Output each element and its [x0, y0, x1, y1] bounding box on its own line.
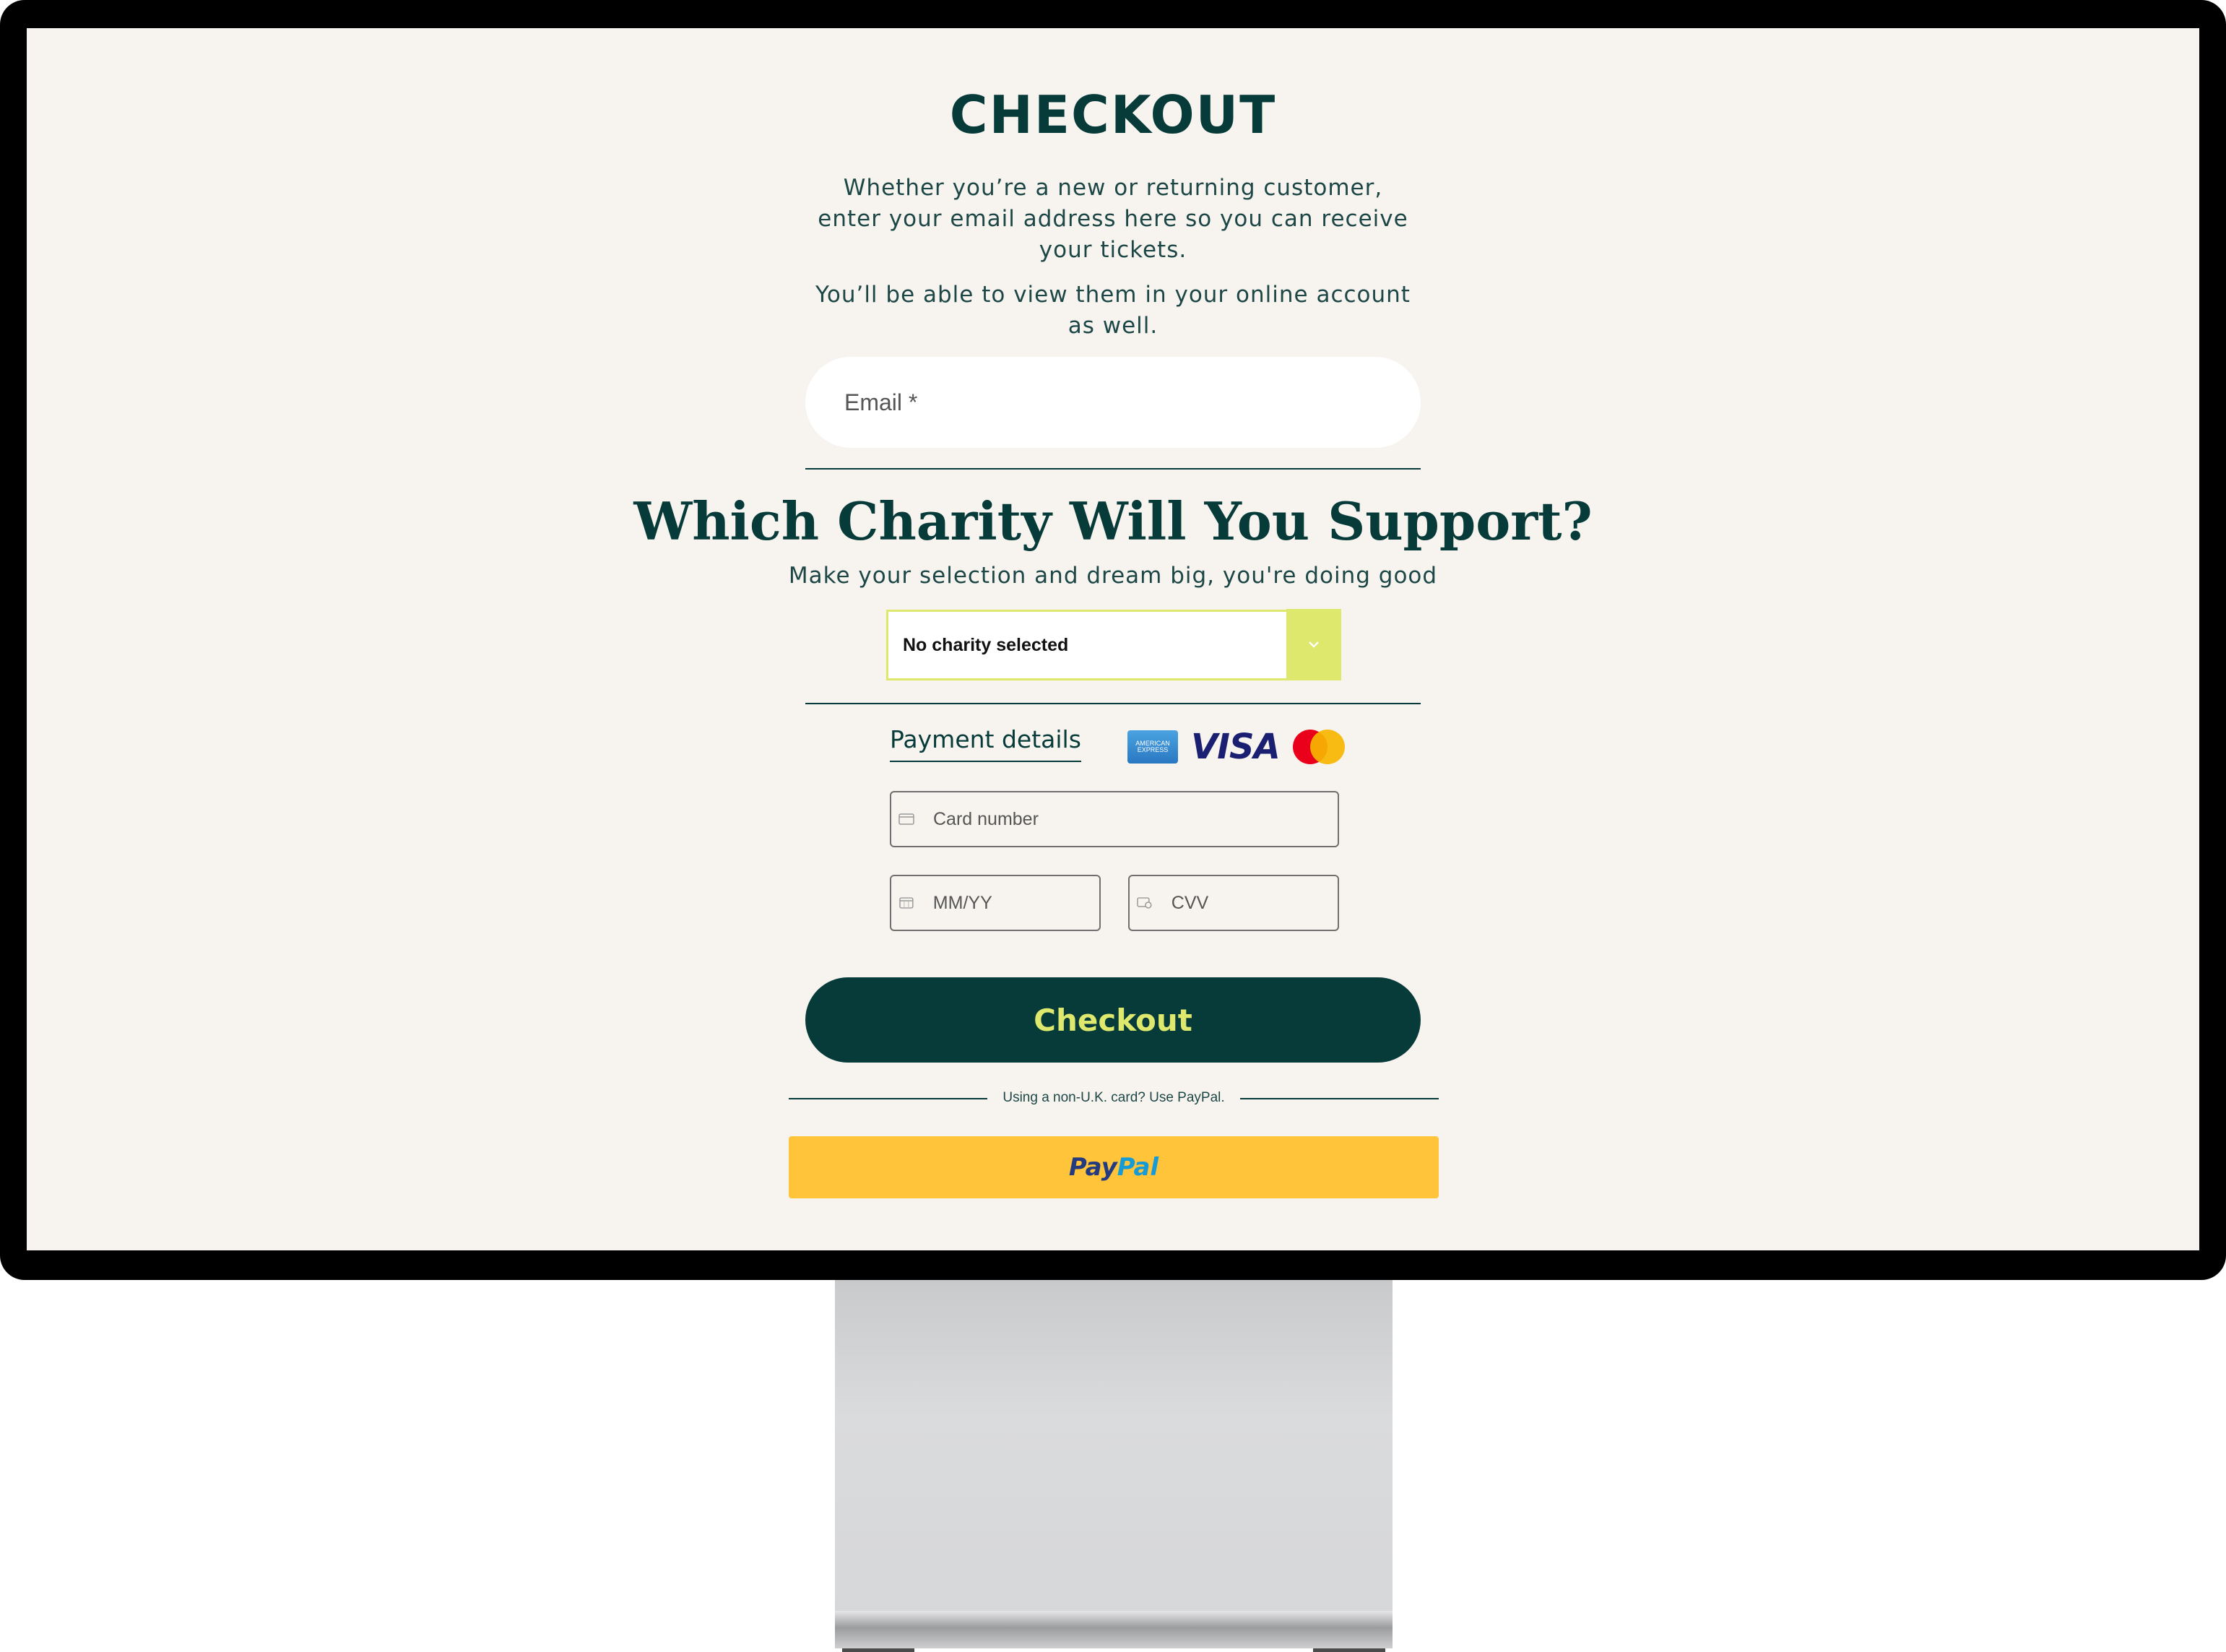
card-number-input[interactable] — [932, 808, 1292, 831]
amex-logo: AMERICAN EXPRESS — [1127, 730, 1178, 764]
divider — [805, 703, 1421, 704]
divider — [789, 1098, 987, 1099]
divider — [805, 468, 1421, 470]
divider — [1240, 1098, 1439, 1099]
paypal-button[interactable]: Pay Pal — [789, 1136, 1439, 1198]
checkout-button[interactable]: Checkout — [805, 977, 1421, 1063]
expiry-field[interactable] — [890, 875, 1101, 931]
cvv-field[interactable] — [1128, 875, 1339, 931]
calendar-icon — [899, 897, 914, 909]
card-icon — [898, 813, 914, 825]
charity-subtitle: Make your selection and dream big, you'r… — [788, 563, 1438, 589]
stand-foot — [842, 1648, 914, 1652]
visa-logo: VISA — [1191, 727, 1281, 767]
charity-select[interactable]: No charity selected — [886, 608, 1341, 680]
stand-foot — [1313, 1648, 1385, 1652]
intro-text: Whether you’re a new or returning custom… — [818, 175, 1408, 263]
email-input[interactable] — [805, 357, 1421, 448]
card-number-field[interactable] — [890, 791, 1339, 847]
chevron-down-icon[interactable] — [1286, 608, 1341, 680]
accepted-cards: AMERICAN EXPRESS VISA — [1127, 727, 1345, 767]
paypal-hint: Using a non-U.K. card? Use PayPal. — [1002, 1090, 1225, 1105]
paypal-logo-pal: Pal — [1117, 1153, 1159, 1182]
cvv-input[interactable] — [1169, 891, 1338, 914]
mastercard-logo — [1292, 730, 1345, 764]
charity-select-value: No charity selected — [903, 634, 1069, 655]
expiry-input[interactable] — [931, 891, 1099, 914]
intro-note: You’ll be able to view them in your onli… — [815, 282, 1411, 339]
tab-payment-details[interactable]: Payment details — [890, 725, 1081, 762]
monitor-stand-base — [835, 1611, 1393, 1648]
cvv-icon — [1137, 897, 1152, 909]
checkout-screen: CHECKOUT Whether you’re a new or returni… — [27, 28, 2199, 1250]
charity-heading: Which Charity Will You Support? — [633, 490, 1593, 552]
page-title: CHECKOUT — [949, 85, 1277, 145]
monitor-stand — [835, 1280, 1393, 1619]
paypal-logo-pay: Pay — [1068, 1153, 1117, 1182]
